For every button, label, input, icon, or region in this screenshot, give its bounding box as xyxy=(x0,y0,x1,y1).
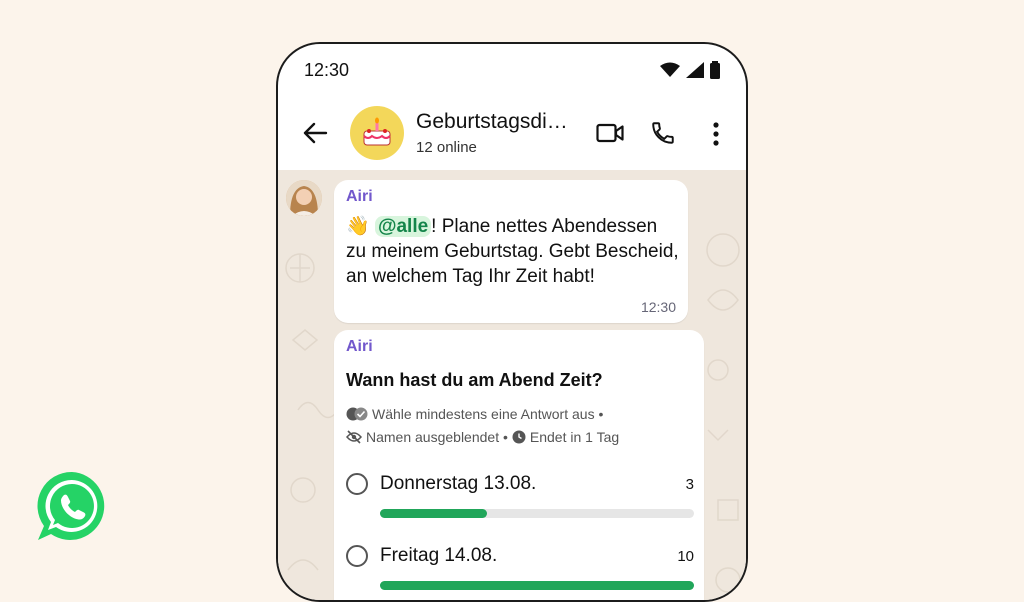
whatsapp-logo-icon xyxy=(37,471,105,540)
poll-meta-select: Wähle mindestens eine Antwort aus • xyxy=(346,406,603,422)
poll-option-bar-fill xyxy=(380,509,487,518)
poll-question: Wann hast du am Abend Zeit? xyxy=(346,370,603,390)
chat-area: Airi 👋 @alle! Plane nettes Abendessen zu… xyxy=(278,170,746,600)
status-bar: 12:30 xyxy=(278,44,746,96)
poll-option[interactable]: Freitag 14.08. 10 xyxy=(346,545,694,600)
names-hidden-label: Namen ausgeblendet • xyxy=(366,429,508,445)
status-time: 12:30 xyxy=(304,60,350,80)
poll-option-label: Donnerstag 13.08. xyxy=(380,473,537,494)
sender-avatar[interactable] xyxy=(286,180,322,216)
eye-hidden-icon xyxy=(346,430,362,444)
poll-option-radio[interactable] xyxy=(346,545,368,567)
poll-option-bar-fill xyxy=(380,581,694,590)
clock-icon xyxy=(512,430,526,444)
cake-icon xyxy=(363,117,391,146)
poll-bubble: Airi Wann hast du am Abend Zeit? Wähle m… xyxy=(334,330,704,600)
signal-icon xyxy=(686,62,704,78)
person-photo-icon xyxy=(286,180,322,216)
poll-option[interactable]: Donnerstag 13.08. 3 xyxy=(346,473,694,533)
poll-sender: Airi xyxy=(346,338,373,355)
poll-option-label: Freitag 14.08. xyxy=(380,545,498,566)
poll-meta-info: Namen ausgeblendet • Endet in 1 Tag xyxy=(346,429,619,445)
group-title[interactable]: Geburtstagsdi… xyxy=(416,110,568,134)
wifi-icon xyxy=(660,62,680,77)
status-icons xyxy=(660,61,720,79)
poll-option-count: 3 xyxy=(685,476,694,493)
poll-option-radio[interactable] xyxy=(346,473,368,495)
poll-select-hint: Wähle mindestens eine Antwort aus • xyxy=(372,406,604,422)
message-sender: Airi xyxy=(346,188,373,205)
poll-ends-label: Endet in 1 Tag xyxy=(529,429,620,445)
back-arrow-icon[interactable] xyxy=(302,120,328,146)
online-count: 12 online xyxy=(416,139,477,156)
phone-frame: 12:30 Geburtstagsdi… 12 online Airi 👋 @a… xyxy=(276,42,748,602)
group-avatar[interactable] xyxy=(350,106,404,160)
message-text: 👋 @alle! Plane nettes Abendessen zu mein… xyxy=(346,214,682,289)
poll-option-bar xyxy=(380,581,694,590)
more-options-icon[interactable] xyxy=(712,122,720,146)
phone-call-icon[interactable] xyxy=(650,120,676,146)
video-call-icon[interactable] xyxy=(596,122,624,144)
poll-option-count: 10 xyxy=(677,548,694,565)
message-time: 12:30 xyxy=(640,299,676,315)
wave-emoji: 👋 xyxy=(346,216,370,237)
mention-all[interactable]: @alle xyxy=(374,216,432,237)
message-bubble[interactable]: Airi 👋 @alle! Plane nettes Abendessen zu… xyxy=(334,180,688,323)
double-check-icon xyxy=(346,407,368,421)
battery-icon xyxy=(710,61,720,79)
poll-option-bar xyxy=(380,509,694,518)
